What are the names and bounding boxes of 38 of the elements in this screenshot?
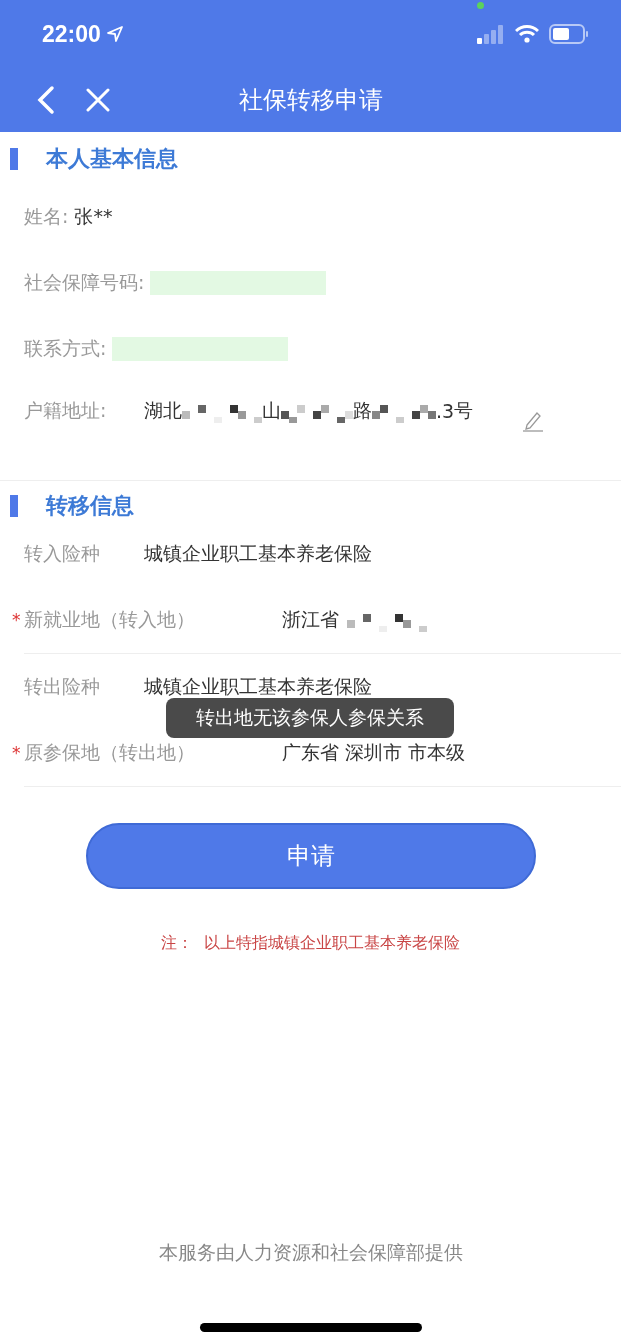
field-value: 张** <box>74 204 113 229</box>
required-mark: * <box>12 610 21 630</box>
address-text: 号 <box>454 398 474 423</box>
required-mark: * <box>12 743 21 763</box>
close-button[interactable] <box>86 88 110 112</box>
signal-icon <box>477 24 505 44</box>
address-text: 山 <box>262 398 281 423</box>
note-text: 注： 以上特指城镇企业职工基本养老保险 <box>160 933 461 954</box>
field-value: 浙江省 <box>282 607 339 632</box>
section-marker <box>10 148 18 170</box>
field-label: 转出险种 <box>24 674 101 699</box>
field-label: 联系方式: <box>24 336 107 361</box>
battery-icon <box>549 24 589 44</box>
section-heading: 转移信息 <box>46 492 134 520</box>
section-heading: 本人基本信息 <box>46 145 178 173</box>
back-button[interactable] <box>36 85 56 115</box>
footer-text: 本服务由人力资源和社会保障部提供 <box>157 1240 464 1265</box>
field-value: 城镇企业职工基本养老保险 <box>144 541 372 566</box>
address-text: 湖北 <box>144 398 182 423</box>
field-label: 转入险种 <box>24 541 101 566</box>
wifi-icon <box>515 25 539 43</box>
location-arrow-icon <box>106 26 123 42</box>
status-time: 22:00 <box>42 20 101 48</box>
field-value: 广东省 深圳市 市本级 <box>282 740 466 765</box>
field-label: 姓名: <box>24 204 69 229</box>
privacy-dot <box>477 2 484 9</box>
field-label: 原参保地（转出地） <box>24 740 196 765</box>
apply-button[interactable]: 申请 <box>85 823 536 889</box>
edit-icon[interactable] <box>522 410 544 432</box>
field-label: 社会保障号码: <box>24 270 145 295</box>
field-label: 新就业地（转入地） <box>24 607 196 632</box>
page-title: 社保转移申请 <box>237 85 384 116</box>
address-text: 路 <box>353 398 372 423</box>
field-label: 户籍地址: <box>24 398 108 423</box>
address-text: .3 <box>436 400 455 422</box>
section-marker <box>10 495 18 517</box>
field-value: 城镇企业职工基本养老保险 <box>144 674 372 699</box>
error-toast: 转出地无该参保人参保关系 <box>166 698 454 738</box>
